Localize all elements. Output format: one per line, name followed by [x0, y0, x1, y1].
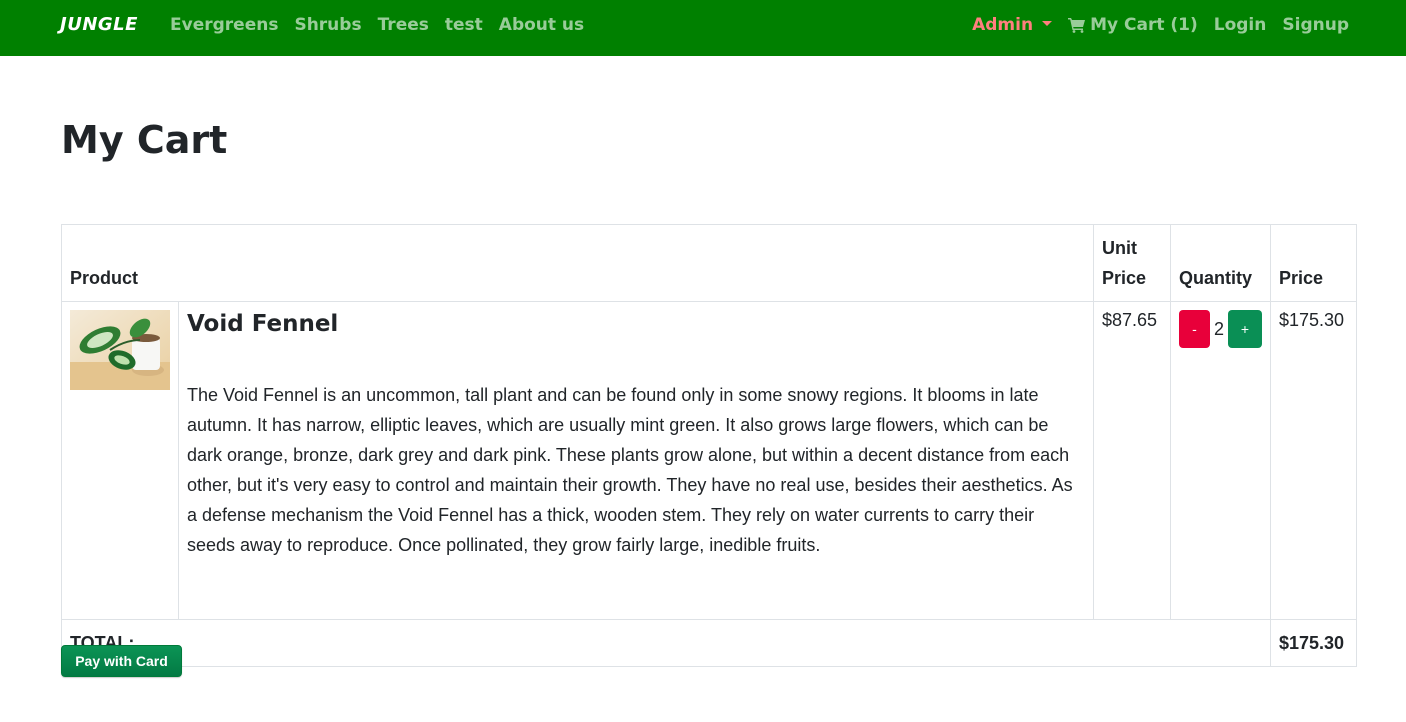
my-cart-link[interactable]: My Cart (1): [1068, 14, 1198, 36]
quantity-stepper: - 2 +: [1179, 310, 1262, 348]
decrease-quantity-button[interactable]: -: [1179, 310, 1210, 348]
table-row: Void Fennel The Void Fennel is an uncomm…: [61, 301, 1357, 620]
unit-price-header: Unit Price: [1093, 224, 1171, 302]
quantity-header: Quantity: [1170, 224, 1271, 302]
line-price-cell: $175.30: [1270, 301, 1357, 620]
product-image[interactable]: [70, 310, 170, 390]
nav-user: Admin My Cart (1) Login Signup: [956, 14, 1349, 36]
shopping-cart-icon: [1068, 18, 1086, 33]
product-image-cell: [61, 301, 179, 620]
page-title: My Cart: [61, 118, 228, 162]
login-link[interactable]: Login: [1214, 14, 1267, 36]
table-header-row: Product Unit Price Quantity Price: [61, 224, 1357, 302]
unit-price-cell: $87.65: [1093, 301, 1171, 620]
nav-categories: Evergreens Shrubs Trees test About us: [170, 14, 600, 36]
increase-quantity-button[interactable]: +: [1228, 310, 1262, 348]
caret-down-icon: [1042, 20, 1053, 26]
nav-link-evergreens[interactable]: Evergreens: [170, 14, 278, 36]
total-label: TOTAL:: [61, 619, 1271, 667]
price-header: Price: [1270, 224, 1357, 302]
product-details-cell: Void Fennel The Void Fennel is an uncomm…: [178, 301, 1094, 620]
product-name[interactable]: Void Fennel: [187, 310, 1085, 338]
brand-logo[interactable]: JUNGLE: [60, 14, 138, 36]
quantity-cell: - 2 +: [1170, 301, 1271, 620]
product-header: Product: [61, 224, 1094, 302]
admin-label: Admin: [972, 15, 1034, 35]
navbar: JUNGLE Evergreens Shrubs Trees test Abou…: [0, 0, 1406, 56]
quantity-value: 2: [1213, 318, 1224, 339]
nav-link-trees[interactable]: Trees: [378, 14, 429, 36]
admin-dropdown[interactable]: Admin: [972, 14, 1053, 36]
signup-link[interactable]: Signup: [1282, 14, 1349, 36]
nav-link-shrubs[interactable]: Shrubs: [294, 14, 361, 36]
my-cart-label: My Cart (1): [1090, 15, 1198, 35]
total-row: TOTAL: $175.30: [61, 619, 1357, 667]
pay-with-card-button[interactable]: Pay with Card: [61, 645, 182, 677]
nav-link-test[interactable]: test: [445, 14, 483, 36]
cart-table: Product Unit Price Quantity Price Void F…: [61, 224, 1357, 667]
total-value: $175.30: [1270, 619, 1357, 667]
product-description: The Void Fennel is an uncommon, tall pla…: [187, 385, 1073, 555]
nav-link-about-us[interactable]: About us: [499, 14, 584, 36]
